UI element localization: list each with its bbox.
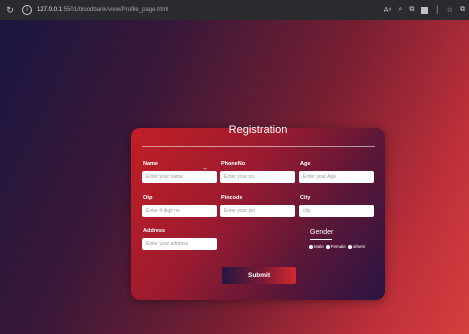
age-label: Age [300, 161, 311, 167]
address-input[interactable]: Enter your address [142, 238, 217, 250]
others-radio[interactable] [347, 244, 352, 249]
reload-icon[interactable]: ↻ [4, 4, 16, 16]
pincode-input[interactable]: Enter your pin [220, 205, 295, 217]
pincode-label: Pincode [221, 195, 243, 201]
info-icon[interactable]: i [22, 5, 32, 15]
otp-input[interactable]: Enter 4 digit no [142, 205, 217, 217]
text-cursor-icon: ⌶ [203, 168, 208, 175]
address-label: Address [143, 228, 166, 234]
name-label: Name [143, 161, 158, 167]
others-option-label: others [352, 244, 366, 249]
registration-title: Registration [228, 124, 288, 136]
url-path: :5501/bloodbank/view/Profile_page.html [62, 7, 169, 13]
favorites-icon[interactable]: ☆ [447, 6, 453, 14]
phone-input[interactable]: Enter your no [220, 171, 295, 183]
otp-label: Otp [143, 195, 153, 201]
title-divider [142, 146, 375, 147]
male-radio[interactable] [309, 244, 313, 249]
zoom-icon[interactable]: ⌕ [398, 6, 402, 14]
submit-button[interactable]: Submit [222, 267, 296, 284]
read-aloud-icon[interactable]: A⁹ [384, 7, 392, 14]
address-bar[interactable]: 127.0.0.1:5501/bloodbank/view/Profile_pa… [37, 7, 168, 13]
url-host: 127.0.0.1 [37, 7, 63, 13]
city-label: City [300, 195, 311, 201]
split-screen-icon[interactable]: │ [435, 7, 439, 14]
female-radio[interactable] [325, 244, 330, 249]
collections-icon[interactable]: ⧉ [460, 6, 465, 14]
male-option-label: Male [314, 244, 324, 249]
gender-options: Male Female others [309, 244, 365, 249]
browser-toolbar: ↻ i 127.0.0.1:5501/bloodbank/view/Profil… [0, 0, 469, 20]
browser-actions: A⁹ ⌕ ⧉ │ ☆ ⧉ [384, 6, 465, 14]
female-option-label: Female [330, 244, 346, 249]
gender-underline [310, 239, 332, 240]
phone-label: PhoneNo [221, 161, 246, 167]
age-input[interactable]: Enter your Age [299, 171, 374, 183]
city-input[interactable]: city [299, 205, 374, 217]
extension-icon[interactable]: ⧉ [409, 6, 414, 14]
gender-label: Gender [310, 229, 334, 236]
sidebar-icon[interactable] [421, 6, 429, 14]
